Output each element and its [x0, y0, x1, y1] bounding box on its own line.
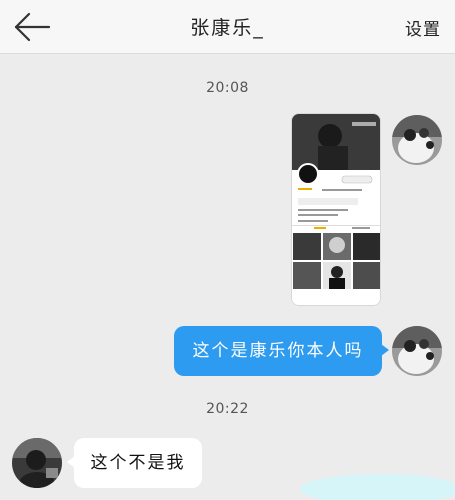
person-avatar-icon — [12, 438, 62, 488]
cat-avatar-icon — [392, 115, 442, 165]
incoming-message[interactable]: 这个不是我 — [67, 438, 202, 488]
top-bar: 张康乐_ 设置 — [0, 0, 455, 54]
image-message[interactable] — [291, 113, 381, 306]
profile-screenshot-image — [292, 114, 380, 305]
timestamp: 20:22 — [206, 401, 249, 417]
decorative-glow — [300, 474, 455, 500]
settings-button[interactable]: 设置 — [405, 15, 441, 40]
timestamp: 20:08 — [206, 80, 249, 96]
outgoing-message[interactable]: 这个是康乐你本人吗 — [174, 326, 389, 376]
my-avatar[interactable] — [392, 115, 442, 165]
contact-avatar[interactable] — [12, 438, 62, 488]
chat-title: 张康乐_ — [190, 17, 265, 39]
cat-avatar-icon — [392, 326, 442, 376]
my-avatar[interactable] — [392, 326, 442, 376]
